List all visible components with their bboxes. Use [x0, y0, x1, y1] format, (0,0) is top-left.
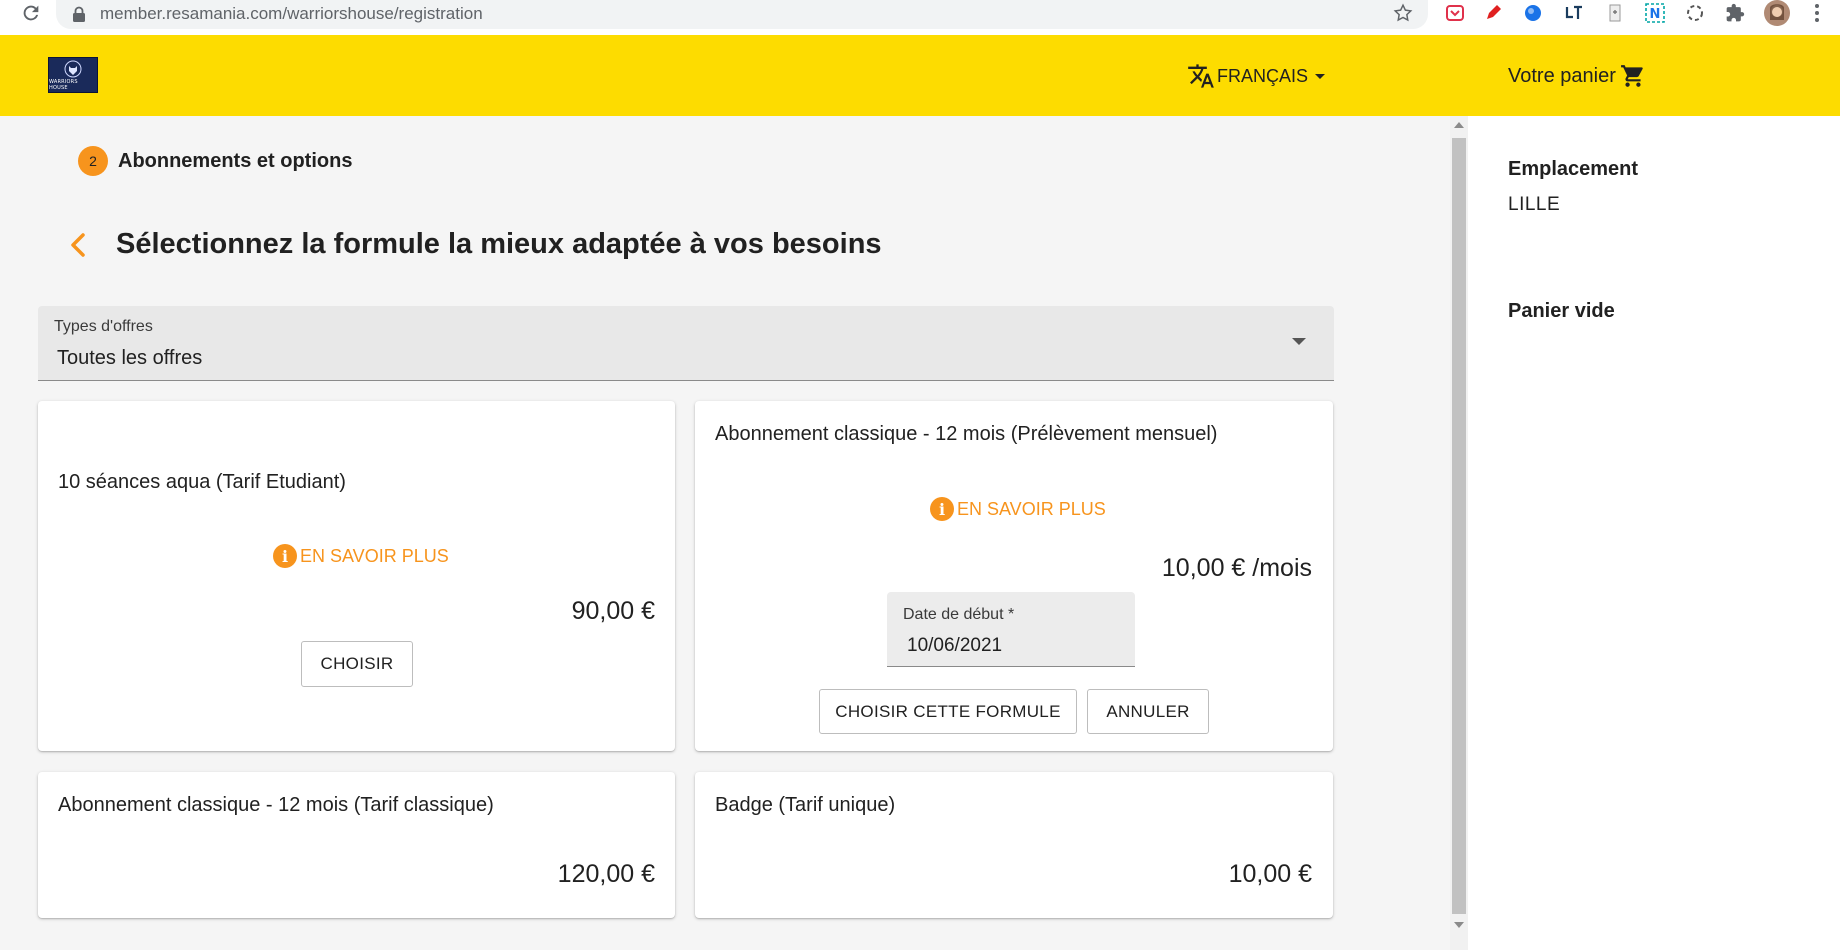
offer-title: Badge (Tarif unique) — [715, 794, 896, 816]
cart-icon — [1620, 65, 1643, 87]
scroll-down-arrow-icon[interactable] — [1454, 922, 1464, 928]
page-title: Sélectionnez la formule la mieux adaptée… — [116, 228, 882, 260]
globe-extension-icon[interactable] — [1522, 2, 1544, 24]
main-content: 2 Abonnements et options Sélectionnez la… — [0, 116, 1450, 950]
start-date-value[interactable]: 10/06/2021 — [907, 635, 1002, 657]
step-label: Abonnements et options — [118, 149, 353, 172]
notion-extension-icon[interactable]: N — [1644, 2, 1666, 24]
offer-title: Abonnement classique - 12 mois (Tarif cl… — [58, 794, 494, 816]
offer-card[interactable]: Abonnement classique - 12 mois (Tarif cl… — [38, 772, 675, 918]
offer-title: 10 séances aqua (Tarif Etudiant) — [58, 471, 346, 493]
browser-menu-icon[interactable] — [1806, 2, 1828, 24]
offer-price: 10,00 € /mois — [1161, 554, 1312, 582]
offer-price: 90,00 € — [571, 597, 655, 625]
pen-extension-icon[interactable] — [1482, 2, 1504, 24]
address-bar[interactable]: member.resamania.com/warriorshouse/regis… — [56, 0, 1428, 29]
cart-button[interactable]: Votre panier — [1508, 63, 1646, 89]
sync-extension-icon[interactable] — [1684, 2, 1706, 24]
languagetool-extension-icon[interactable] — [1563, 2, 1585, 24]
offer-card: 10 séances aqua (Tarif Etudiant) i EN SA… — [38, 401, 675, 751]
url-text[interactable]: member.resamania.com/warriorshouse/regis… — [100, 4, 483, 24]
choose-formula-button[interactable]: CHOISIR CETTE FORMULE — [819, 689, 1077, 734]
info-icon: i — [273, 544, 297, 568]
cart-label: Votre panier — [1508, 64, 1616, 87]
site-header: WARRIORS HOUSE FRANÇAIS Votre panier — [0, 35, 1840, 116]
cart-status: Panier vide — [1508, 300, 1615, 322]
learn-more-link[interactable]: i EN SAVOIR PLUS — [273, 544, 449, 568]
offer-title: Abonnement classique - 12 mois (Prélèvem… — [715, 423, 1218, 445]
puzzle-extensions-icon[interactable] — [1724, 2, 1746, 24]
browser-toolbar: member.resamania.com/warriorshouse/regis… — [0, 0, 1840, 35]
step-number: 2 — [78, 146, 108, 176]
lock-icon — [73, 6, 85, 22]
offer-type-select[interactable]: Types d'offres Toutes les offres — [38, 306, 1334, 381]
pocket-extension-icon[interactable] — [1444, 2, 1466, 24]
scrollbar-thumb[interactable] — [1452, 138, 1466, 914]
cancel-button[interactable]: ANNULER — [1087, 689, 1209, 734]
learn-more-label: EN SAVOIR PLUS — [957, 498, 1106, 519]
svg-text:N: N — [1650, 7, 1661, 22]
language-selector[interactable]: FRANÇAIS — [1187, 62, 1332, 90]
learn-more-label: EN SAVOIR PLUS — [300, 545, 449, 566]
reload-icon[interactable] — [20, 2, 42, 24]
start-date-label: Date de début * — [903, 606, 1015, 623]
step-indicator: 2 Abonnements et options — [78, 146, 352, 176]
cart-sidebar: Emplacement LILLE Panier vide — [1468, 116, 1840, 950]
offer-price: 10,00 € — [1228, 860, 1312, 888]
clipboard-extension-icon[interactable] — [1604, 2, 1626, 24]
logo-text: WARRIORS HOUSE — [49, 78, 78, 91]
translate-icon — [1188, 64, 1214, 88]
language-label: FRANÇAIS — [1217, 65, 1309, 86]
bookmark-star-icon[interactable] — [1392, 2, 1414, 24]
offer-card: Abonnement classique - 12 mois (Prélèvem… — [695, 401, 1333, 751]
offer-price: 120,00 € — [557, 860, 655, 888]
offer-type-label: Types d'offres — [54, 318, 153, 335]
page-title-row: Sélectionnez la formule la mieux adaptée… — [66, 228, 882, 261]
choose-button[interactable]: CHOISIR — [301, 641, 413, 687]
wolf-icon — [64, 60, 82, 77]
dropdown-arrow-icon — [1315, 74, 1326, 79]
scroll-up-arrow-icon[interactable] — [1454, 122, 1464, 128]
warriors-house-logo[interactable]: WARRIORS HOUSE — [48, 57, 98, 93]
back-chevron-icon[interactable] — [66, 230, 92, 260]
location-title: Emplacement — [1508, 158, 1639, 180]
learn-more-link[interactable]: i EN SAVOIR PLUS — [930, 497, 1106, 521]
offer-card[interactable]: Badge (Tarif unique) 10,00 € — [695, 772, 1333, 918]
location-value: LILLE — [1508, 194, 1561, 215]
info-icon: i — [930, 497, 954, 521]
select-arrow-icon — [1292, 338, 1306, 345]
start-date-field[interactable]: Date de début * 10/06/2021 — [887, 592, 1135, 667]
offer-type-value: Toutes les offres — [57, 347, 203, 369]
profile-avatar[interactable] — [1764, 0, 1790, 26]
